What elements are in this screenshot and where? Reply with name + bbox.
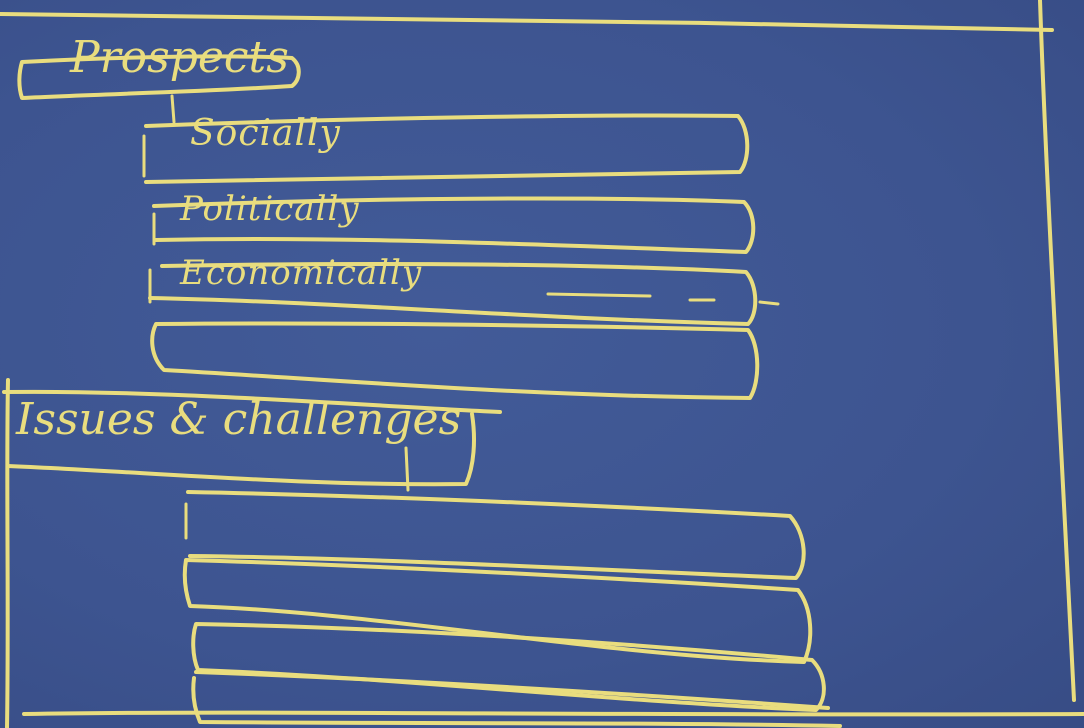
issues-item-box-3	[191, 622, 826, 712]
issues-connector	[404, 446, 410, 492]
issues-item-box-1	[186, 490, 806, 580]
frame-left-line	[5, 378, 10, 728]
issues-heading: Issues & challenges	[16, 394, 462, 445]
prospects-item-box-empty	[150, 321, 760, 400]
frame-bottom-line	[22, 710, 1084, 717]
blackboard: Prospects Socially Politically Economica…	[0, 0, 1084, 728]
prospects-item-dotted-economically	[546, 292, 780, 306]
prospects-item-politically: Politically	[180, 189, 360, 229]
chalk-drawing	[0, 0, 1084, 728]
frame-right-line	[1038, 0, 1076, 702]
prospects-connector	[170, 94, 176, 124]
prospects-heading: Prospects	[70, 32, 289, 83]
issues-item-box-4	[191, 670, 842, 728]
prospects-item-socially: Socially	[190, 113, 341, 154]
prospects-item-economically: Economically	[180, 253, 423, 293]
frame-top-line	[0, 12, 1054, 32]
